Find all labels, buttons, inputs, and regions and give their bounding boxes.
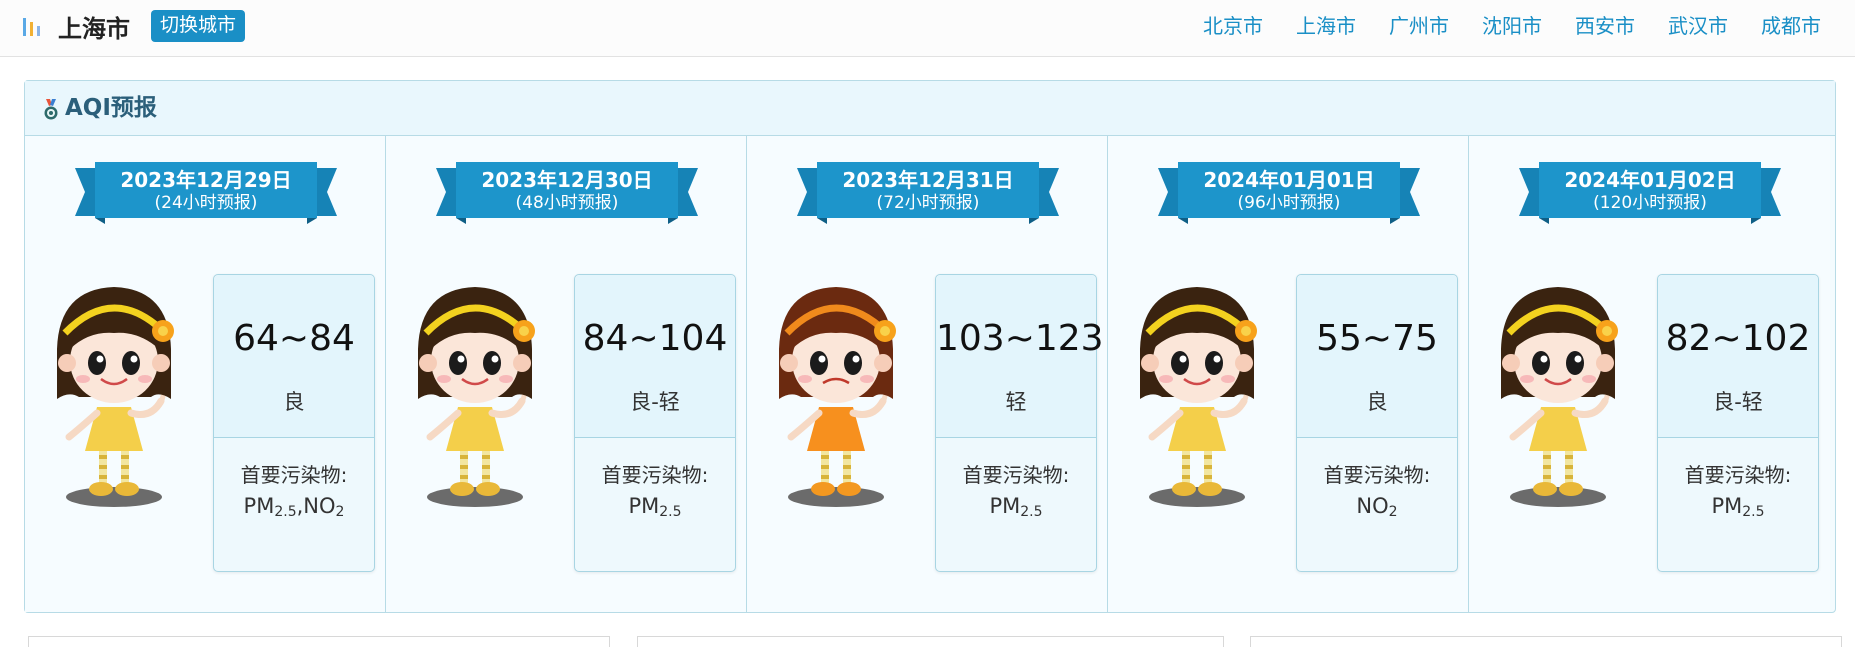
forecast-horizon: (24小时预报) xyxy=(154,193,258,213)
pollutant-subscript: 2.5 xyxy=(1020,504,1043,520)
city-link[interactable]: 沈阳市 xyxy=(1482,10,1542,42)
primary-pollutant: PM2.5 xyxy=(1658,493,1818,525)
forecast-date: 2023年12月29日 xyxy=(120,168,292,192)
aqi-range: 103~123 xyxy=(936,318,1104,359)
primary-pollutant: PM2.5,NO2 xyxy=(214,493,374,525)
primary-pollutant: PM2.5 xyxy=(575,493,735,525)
current-city: 上海市 xyxy=(58,15,130,43)
pollutant-name: PM xyxy=(989,494,1021,518)
aqi-card: 82~102 良-轻首要污染物: PM2.5 xyxy=(1657,274,1819,572)
city-link[interactable]: 北京市 xyxy=(1203,10,1263,42)
happy-girl-mascot-icon xyxy=(1122,279,1272,509)
pollutant-subscript: 2.5 xyxy=(1742,504,1765,520)
pollutant-label: 首要污染物: xyxy=(1323,463,1431,487)
forecast-day-column: 2023年12月30日 (48小时预报) 84~104 良-轻首要污染物: PM2.5 xyxy=(386,136,747,612)
city-link[interactable]: 广州市 xyxy=(1389,10,1449,42)
pollutant-subscript: 2 xyxy=(1388,504,1398,520)
aqi-card-top: 64~84 良 xyxy=(214,275,374,438)
forecast-horizon: (72小时预报) xyxy=(876,193,980,213)
pollutant-name: ,NO xyxy=(296,494,336,518)
pollutant-subscript: 2 xyxy=(335,504,345,520)
city-link[interactable]: 西安市 xyxy=(1575,10,1635,42)
bar-chart-icon xyxy=(23,18,40,36)
aqi-level: 良-轻 xyxy=(630,390,680,414)
date-ribbon: 2024年01月01日 (96小时预报) xyxy=(1158,160,1420,224)
pollutant-label: 首要污染物: xyxy=(601,463,709,487)
primary-pollutant: NO2 xyxy=(1297,493,1457,525)
aqi-card: 55~75 良首要污染物: NO2 xyxy=(1296,274,1458,572)
aqi-card-top: 84~104 良-轻 xyxy=(575,275,735,438)
aqi-range: 82~102 xyxy=(1665,318,1811,359)
pollutant-name: PM xyxy=(1711,494,1743,518)
pollutant-subscript: 2.5 xyxy=(659,504,682,520)
forecast-horizon: (96小时预报) xyxy=(1237,193,1341,213)
pollutant-label: 首要污染物: xyxy=(1684,463,1792,487)
date-ribbon: 2023年12月30日 (48小时预报) xyxy=(436,160,698,224)
aqi-card: 84~104 良-轻首要污染物: PM2.5 xyxy=(574,274,736,572)
city-link[interactable]: 武汉市 xyxy=(1668,10,1728,42)
aqi-level: 轻 xyxy=(1005,390,1027,414)
bottom-panel-3 xyxy=(1250,636,1842,647)
sad-girl-mascot-icon xyxy=(761,279,911,509)
forecast-horizon: (48小时预报) xyxy=(515,193,619,213)
bottom-panel-2 xyxy=(637,636,1224,647)
bottom-panel-1 xyxy=(28,636,610,647)
aqi-level: 良-轻 xyxy=(1713,390,1763,414)
panel-title: AQI预报 xyxy=(65,95,157,121)
forecast-horizon: (120小时预报) xyxy=(1593,193,1707,213)
forecast-day-column: 2023年12月31日 (72小时预报) 103~123 轻首要污染物: PM2.5 xyxy=(747,136,1108,612)
aqi-level: 良 xyxy=(1366,390,1388,414)
aqi-card-top: 103~123 轻 xyxy=(936,275,1104,438)
forecast-date: 2024年01月01日 xyxy=(1203,168,1375,192)
aqi-card: 64~84 良首要污染物: PM2.5,NO2 xyxy=(213,274,375,572)
city-link[interactable]: 上海市 xyxy=(1296,10,1356,42)
city-link[interactable]: 成都市 xyxy=(1761,10,1821,42)
date-ribbon: 2023年12月29日 (24小时预报) xyxy=(75,160,337,224)
pollutant-name: PM xyxy=(243,494,275,518)
aqi-card-top: 55~75 良 xyxy=(1297,275,1457,438)
top-bar: 上海市 切换城市 北京市 上海市 广州市 沈阳市 西安市 武汉市 成都市 xyxy=(0,0,1855,57)
pollutant-subscript: 2.5 xyxy=(274,504,297,520)
forecast-date: 2023年12月30日 xyxy=(481,168,653,192)
primary-pollutant: PM2.5 xyxy=(936,493,1096,525)
aqi-forecast-panel: AQI预报 2023年12月29日 (24小时预报) 64~84 良首要污染物: PM2… xyxy=(24,80,1836,613)
date-ribbon: 2023年12月31日 (72小时预报) xyxy=(797,160,1059,224)
medal-icon xyxy=(44,99,58,120)
pollutant-name: PM xyxy=(628,494,660,518)
forecast-day-column: 2024年01月01日 (96小时预报) 55~75 良首要污染物: NO2 xyxy=(1108,136,1469,612)
aqi-level: 良 xyxy=(283,390,305,414)
forecast-date: 2023年12月31日 xyxy=(842,168,1014,192)
happy-girl-mascot-icon xyxy=(1483,279,1633,509)
pollutant-label: 首要污染物: xyxy=(962,463,1070,487)
aqi-range: 84~104 xyxy=(582,318,728,359)
happy-girl-mascot-icon xyxy=(39,279,189,509)
forecast-day-column: 2023年12月29日 (24小时预报) 64~84 良首要污染物: PM2.5,NO2 xyxy=(25,136,386,612)
aqi-range: 64~84 xyxy=(233,318,355,359)
aqi-range: 55~75 xyxy=(1316,318,1438,359)
forecast-date: 2024年01月02日 xyxy=(1564,168,1736,192)
panel-header: AQI预报 xyxy=(25,81,1835,136)
happy-girl-mascot-icon xyxy=(400,279,550,509)
pollutant-name: NO xyxy=(1356,494,1389,518)
aqi-card: 103~123 轻首要污染物: PM2.5 xyxy=(935,274,1104,572)
switch-city-button[interactable]: 切换城市 xyxy=(151,10,246,42)
pollutant-label: 首要污染物: xyxy=(240,463,348,487)
forecast-day-column: 2024年01月02日 (120小时预报) 82~102 良-轻首要污染物: PM2.5 xyxy=(1469,136,1830,612)
date-ribbon: 2024年01月02日 (120小时预报) xyxy=(1519,160,1781,224)
aqi-card-top: 82~102 良-轻 xyxy=(1658,275,1818,438)
forecast-columns: 2023年12月29日 (24小时预报) 64~84 良首要污染物: PM2.5,NO2… xyxy=(25,136,1835,612)
